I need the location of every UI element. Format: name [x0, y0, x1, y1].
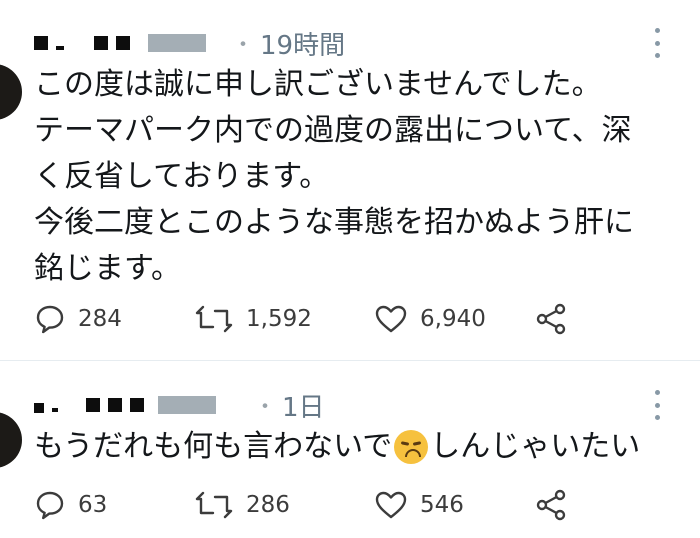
tweet-header: ・ 19時間	[34, 27, 345, 61]
retweet-button[interactable]: 286	[194, 489, 374, 521]
retweet-icon	[195, 491, 233, 519]
avatar[interactable]	[0, 64, 22, 120]
tweet-time[interactable]: 1日	[282, 387, 325, 424]
retweet-button[interactable]: 1,592	[194, 303, 374, 335]
reply-button[interactable]: 284	[34, 303, 194, 335]
reply-icon	[36, 305, 64, 334]
share-icon	[536, 303, 566, 335]
reply-count: 63	[78, 492, 108, 518]
disappointed-face-icon	[394, 430, 429, 464]
tweet-divider	[0, 360, 700, 361]
tweet-header: ・ 1日	[34, 389, 325, 423]
retweet-count: 286	[246, 492, 290, 518]
heart-icon	[375, 491, 407, 519]
like-button[interactable]: 546	[374, 489, 534, 521]
heart-icon	[375, 305, 407, 333]
tweet-actions: 63 286 546	[34, 488, 568, 522]
share-icon	[536, 489, 566, 521]
tweet-time[interactable]: 19時間	[260, 25, 345, 62]
tweet-actions: 284 1,592 6,940	[34, 302, 568, 336]
tweet-1[interactable]: ・ 19時間 この度は誠に申し訳ございませんでした。 テーマパーク内での過度の露…	[0, 0, 700, 360]
retweet-count: 1,592	[246, 306, 312, 332]
share-button[interactable]	[534, 488, 568, 522]
tweet-2[interactable]: ・ 1日 もうだれも何も言わないで しんじゃいたい 63 286 546	[0, 362, 700, 538]
like-button[interactable]: 6,940	[374, 303, 534, 335]
reply-icon	[36, 491, 64, 520]
reply-count: 284	[78, 306, 122, 332]
tweet-text: もうだれも何も言わないで しんじゃいたい	[34, 429, 641, 464]
redacted-user-name[interactable]: ・	[34, 389, 276, 421]
redacted-user-name[interactable]: ・	[34, 27, 254, 59]
share-button[interactable]	[534, 302, 568, 336]
like-count: 6,940	[420, 306, 486, 332]
retweet-icon	[195, 305, 233, 333]
more-options-icon[interactable]	[654, 28, 660, 58]
tweet-text: この度は誠に申し訳ございませんでした。 テーマパーク内での過度の露出について、深…	[34, 67, 634, 286]
avatar[interactable]	[0, 412, 22, 468]
reply-button[interactable]: 63	[34, 489, 194, 521]
more-options-icon[interactable]	[654, 390, 660, 420]
like-count: 546	[420, 492, 464, 518]
